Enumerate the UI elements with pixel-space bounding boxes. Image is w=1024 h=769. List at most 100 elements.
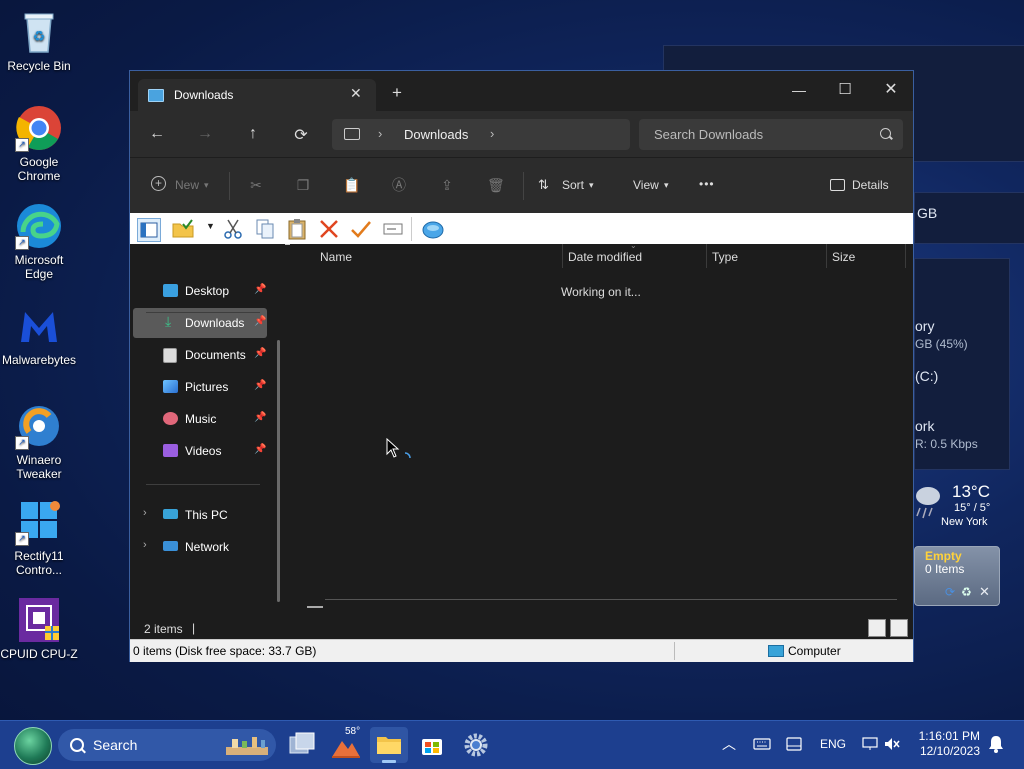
chevron-right-icon[interactable]: › xyxy=(143,539,147,551)
touchpad-icon[interactable] xyxy=(786,737,802,751)
settings-gear-icon[interactable] xyxy=(458,727,494,763)
sidebar-item-network[interactable]: › Network xyxy=(133,532,267,562)
breadcrumb-downloads[interactable]: Downloads xyxy=(404,127,468,142)
system-clock[interactable]: 1:16:01 PM 12/10/2023 xyxy=(904,729,980,759)
videos-icon xyxy=(163,444,178,457)
folder-options-icon[interactable] xyxy=(172,218,194,240)
notification-bell-icon[interactable] xyxy=(988,735,1004,753)
column-header-date-modified[interactable]: Date modified xyxy=(568,250,642,264)
pin-icon[interactable]: 📌 xyxy=(254,284,266,295)
show-hidden-icons-chevron[interactable]: ︿ xyxy=(722,734,736,754)
title-bar[interactable]: Downloads ✕ + — ☐ ✕ xyxy=(130,71,913,111)
copy-icon[interactable] xyxy=(254,218,276,240)
file-list[interactable]: Name Date modified ⌄ Type Size Working o… xyxy=(290,241,913,637)
desktop-icon-chrome[interactable]: ↗ Google Chrome xyxy=(0,104,78,183)
pin-icon[interactable]: 📌 xyxy=(254,444,266,455)
close-window-button[interactable]: ✕ xyxy=(868,77,914,103)
sort-button[interactable]: Sort xyxy=(562,178,584,192)
search-input[interactable]: Search Downloads xyxy=(639,119,903,150)
tab-downloads[interactable]: Downloads ✕ xyxy=(138,79,376,111)
sidebar-item-this-pc[interactable]: › This PC xyxy=(133,500,267,530)
column-divider[interactable] xyxy=(562,244,563,268)
navigation-pane-icon[interactable] xyxy=(137,218,161,242)
copy-icon[interactable]: ❐ xyxy=(295,177,311,193)
desktop-icon-cpuz[interactable]: CPUID CPU-Z xyxy=(0,596,78,661)
rename-icon[interactable]: Ⓐ xyxy=(391,177,407,193)
back-button[interactable]: ← xyxy=(145,125,169,143)
column-divider[interactable] xyxy=(706,244,707,268)
recycle-bin-gadget[interactable]: Empty 0 Items ⟳ ♻ ✕ xyxy=(914,546,1000,606)
cut-icon[interactable] xyxy=(222,218,244,240)
sidebar-item-videos[interactable]: Videos 📌 xyxy=(133,436,267,466)
volume-muted-icon[interactable] xyxy=(884,737,900,751)
start-button[interactable] xyxy=(14,727,52,765)
close-gadget-icon[interactable]: ✕ xyxy=(979,584,990,600)
globe-icon[interactable] xyxy=(422,218,444,240)
details-view-icon[interactable] xyxy=(868,619,886,637)
up-button[interactable]: ↑ xyxy=(241,125,265,143)
pin-icon[interactable]: 📌 xyxy=(254,316,266,327)
new-tab-button[interactable]: + xyxy=(392,83,402,103)
keyboard-icon[interactable] xyxy=(753,737,771,751)
column-header-size[interactable]: Size xyxy=(832,250,855,264)
chevron-down-icon[interactable]: ▼ xyxy=(206,221,215,231)
chevron-right-icon[interactable]: › xyxy=(378,126,382,141)
weather-gadget[interactable]: 13°C 15° / 5° New York xyxy=(914,476,1000,538)
sidebar-scrollbar[interactable] xyxy=(277,340,280,602)
cut-icon[interactable]: ✂ xyxy=(248,177,264,193)
close-tab-icon[interactable]: ✕ xyxy=(350,85,362,102)
chevron-right-icon[interactable]: › xyxy=(143,507,147,519)
weather-taskbar-button[interactable]: 58° xyxy=(328,726,364,763)
recycle-icon[interactable]: ♻ xyxy=(961,585,972,599)
chevron-right-icon[interactable]: › xyxy=(490,126,494,141)
desktop-icon-edge[interactable]: ↗ Microsoft Edge xyxy=(0,202,78,281)
refresh-button[interactable]: ⟳ xyxy=(289,125,313,145)
task-view-icon[interactable] xyxy=(284,727,320,763)
horizontal-scrollbar[interactable] xyxy=(325,599,897,600)
network-wired-icon[interactable] xyxy=(862,737,878,751)
paste-icon[interactable]: 📋 xyxy=(343,177,360,193)
details-button[interactable]: Details xyxy=(852,178,889,192)
column-divider[interactable] xyxy=(905,244,906,268)
edge-icon: ↗ xyxy=(15,202,63,250)
navigation-pane: Desktop 📌 ⤓ Downloads 📌 Documents 📌 Pict… xyxy=(130,244,285,637)
maximize-button[interactable]: ☐ xyxy=(822,77,868,103)
delete-icon[interactable]: 🗑 xyxy=(487,177,505,193)
view-button[interactable]: View xyxy=(633,178,659,192)
rename-icon[interactable] xyxy=(382,218,404,240)
pin-icon[interactable]: 📌 xyxy=(254,348,266,359)
refresh-icon[interactable]: ⟳ xyxy=(945,585,955,599)
taskbar-search[interactable]: Search xyxy=(58,729,276,761)
delete-icon[interactable] xyxy=(318,218,340,240)
microsoft-store-icon[interactable] xyxy=(414,727,450,763)
address-bar[interactable]: › Downloads › xyxy=(332,119,630,150)
more-options-button[interactable]: ••• xyxy=(699,177,715,191)
large-icons-view-icon[interactable] xyxy=(890,619,908,637)
sidebar-item-music[interactable]: Music 📌 xyxy=(133,404,267,434)
sidebar-item-documents[interactable]: Documents 📌 xyxy=(133,340,267,370)
column-header-type[interactable]: Type xyxy=(712,250,738,264)
desktop-icon-rectify11[interactable]: ↗ Rectify11 Contro... xyxy=(0,498,78,577)
pin-icon[interactable]: 📌 xyxy=(254,380,266,391)
taskbar-file-explorer[interactable] xyxy=(370,727,408,763)
forward-button[interactable]: → xyxy=(193,125,217,143)
language-indicator[interactable]: ENG xyxy=(820,737,846,751)
new-button[interactable]: New xyxy=(175,178,199,192)
column-header-name[interactable]: Name xyxy=(320,250,352,264)
share-icon[interactable]: ⇪ xyxy=(439,177,455,193)
sidebar-item-desktop[interactable]: Desktop 📌 xyxy=(133,276,267,306)
scroll-thumb[interactable] xyxy=(307,606,323,608)
recycle-bin-label: Recycle Bin xyxy=(7,59,71,73)
desktop-icon-malwarebytes[interactable]: Malwarebytes xyxy=(0,302,78,367)
desktop-icon-winaero[interactable]: ↗ Winaero Tweaker xyxy=(0,402,78,481)
checkmark-icon[interactable] xyxy=(350,218,372,240)
minimize-button[interactable]: — xyxy=(776,77,822,103)
sidebar-item-pictures[interactable]: Pictures 📌 xyxy=(133,372,267,402)
pin-icon[interactable]: 📌 xyxy=(254,412,266,423)
shortcut-arrow-icon: ↗ xyxy=(15,436,29,450)
weather-temp: 13°C xyxy=(952,482,990,501)
column-divider[interactable] xyxy=(826,244,827,268)
desktop-icon-recycle-bin[interactable]: ♻ Recycle Bin xyxy=(0,8,78,73)
chevron-down-icon: ▾ xyxy=(664,180,669,190)
paste-icon[interactable] xyxy=(286,218,308,240)
